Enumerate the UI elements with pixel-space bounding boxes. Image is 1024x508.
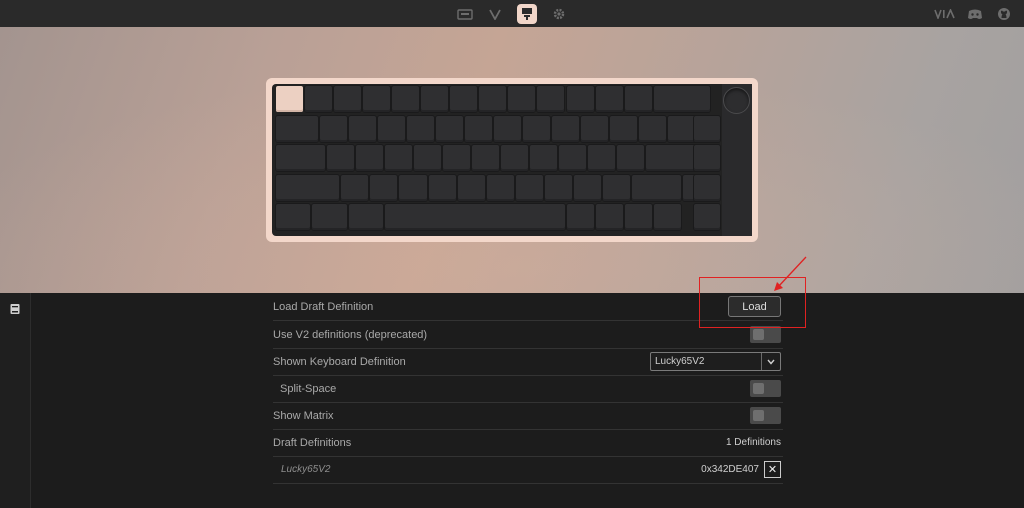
github-icon[interactable] [994, 5, 1014, 23]
keycap[interactable] [276, 174, 340, 201]
keycap[interactable] [624, 204, 652, 230]
keycap[interactable] [588, 145, 616, 171]
keycap[interactable] [348, 115, 376, 142]
draft-definitions-count: 1 Definitions [725, 437, 781, 448]
keycap[interactable] [276, 145, 325, 171]
keycap[interactable] [464, 115, 492, 142]
keycap[interactable] [566, 204, 594, 230]
via-text-logo-icon[interactable] [933, 5, 957, 23]
keycap-nav[interactable] [694, 145, 720, 171]
keycap[interactable] [348, 204, 383, 230]
keycap-esc[interactable] [276, 86, 304, 112]
keycap[interactable] [305, 86, 333, 112]
definition-item-name: Lucky65V2 [281, 464, 331, 475]
annotation-highlight-box [699, 277, 806, 328]
keycap[interactable] [573, 174, 601, 201]
use-v2-toggle[interactable] [750, 326, 781, 343]
keycap[interactable] [595, 86, 623, 112]
keycap[interactable] [617, 145, 645, 171]
draft-definitions-row: Draft Definitions 1 Definitions [273, 429, 783, 457]
keycap[interactable] [450, 86, 478, 112]
keycap[interactable] [355, 145, 383, 171]
keycap[interactable] [544, 174, 572, 201]
via-logo-icon[interactable] [485, 4, 505, 24]
show-matrix-label: Show Matrix [273, 409, 334, 422]
keycap[interactable] [559, 145, 587, 171]
use-v2-label: Use V2 definitions (deprecated) [273, 328, 428, 341]
keycap[interactable] [530, 145, 558, 171]
rotary-knob[interactable] [723, 87, 750, 114]
load-draft-label: Load Draft Definition [273, 300, 374, 313]
keycap[interactable] [472, 145, 500, 171]
keycap[interactable] [384, 204, 565, 230]
shown-definition-label: Shown Keyboard Definition [273, 355, 406, 368]
keycap[interactable] [341, 174, 369, 201]
keycap[interactable] [479, 86, 507, 112]
keycap[interactable] [312, 204, 347, 230]
keycap[interactable] [413, 145, 442, 171]
show-matrix-toggle[interactable] [750, 407, 781, 424]
keycap[interactable] [566, 86, 594, 112]
definition-item-row: Lucky65V2 0x342DE407 ✕ [273, 456, 783, 484]
keycap[interactable] [595, 204, 623, 230]
top-nav-bar [0, 0, 1024, 28]
keycap[interactable] [457, 174, 485, 201]
keycap[interactable] [363, 86, 391, 112]
keycap[interactable] [377, 115, 405, 142]
keycap[interactable] [653, 204, 681, 230]
discord-icon[interactable] [965, 5, 985, 23]
chevron-down-icon[interactable] [761, 353, 780, 370]
keycap[interactable] [493, 115, 521, 142]
split-space-label: Split-Space [280, 382, 337, 395]
keycap[interactable] [515, 174, 543, 201]
keyboard-icon[interactable] [455, 4, 475, 24]
keycap[interactable] [428, 174, 456, 201]
keycap[interactable] [610, 115, 638, 142]
definition-item-id: 0x342DE407 [701, 464, 759, 475]
keycap[interactable] [631, 174, 681, 201]
split-space-row: Split-Space [273, 375, 783, 403]
remove-definition-button[interactable]: ✕ [764, 461, 781, 478]
keycap[interactable] [443, 145, 471, 171]
sidebar [0, 293, 31, 508]
keycap[interactable] [602, 174, 630, 201]
keycap[interactable] [319, 115, 347, 142]
keycap-nav[interactable] [694, 204, 720, 230]
keycap[interactable] [508, 86, 536, 112]
keycap[interactable] [522, 115, 550, 142]
keycap[interactable] [653, 86, 710, 112]
keycap[interactable] [537, 86, 565, 112]
definition-select-value: Lucky65V2 [655, 356, 705, 367]
keycap[interactable] [501, 145, 529, 171]
show-matrix-row: Show Matrix [273, 402, 783, 430]
keycap-nav[interactable] [694, 115, 720, 142]
keycap[interactable] [334, 86, 362, 112]
definition-select[interactable]: Lucky65V2 [650, 352, 781, 371]
keycap[interactable] [392, 86, 420, 112]
keycap[interactable] [406, 115, 434, 142]
keycap[interactable] [551, 115, 580, 142]
paintbrush-icon[interactable] [517, 4, 537, 24]
keycap[interactable] [639, 115, 667, 142]
split-space-toggle[interactable] [750, 380, 781, 397]
shown-definition-row: Shown Keyboard Definition Lucky65V2 [273, 348, 783, 376]
gear-icon[interactable] [549, 4, 569, 24]
keycap[interactable] [326, 145, 354, 171]
keycap[interactable] [276, 204, 311, 230]
keycap-nav[interactable] [694, 174, 720, 201]
keycap[interactable] [624, 86, 652, 112]
keycap[interactable] [435, 115, 463, 142]
keycap[interactable] [370, 174, 398, 201]
keycap[interactable] [276, 115, 318, 142]
book-icon[interactable] [9, 303, 21, 315]
draft-definitions-label: Draft Definitions [273, 436, 352, 449]
keycap[interactable] [581, 115, 609, 142]
keycap[interactable] [399, 174, 427, 201]
keycap[interactable] [486, 174, 514, 201]
keycap[interactable] [421, 86, 449, 112]
keycap[interactable] [384, 145, 412, 171]
